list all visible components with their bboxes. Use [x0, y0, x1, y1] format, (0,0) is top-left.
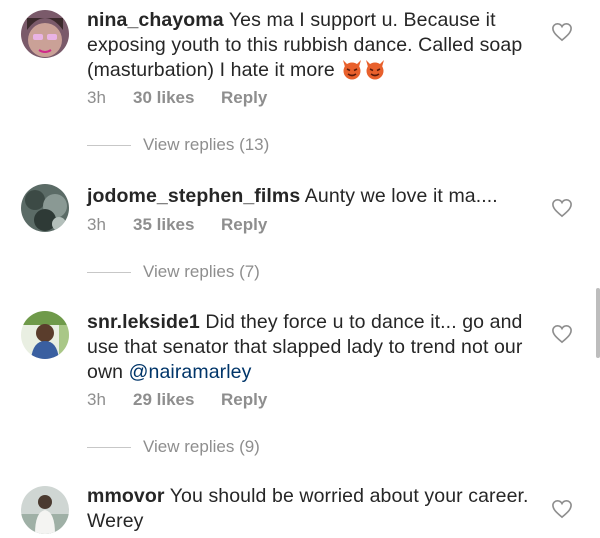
- scrollbar[interactable]: [596, 288, 600, 358]
- devil-face-emoji-icon: [366, 60, 385, 80]
- view-replies-label: View replies (9): [143, 437, 260, 456]
- likes-count[interactable]: 35 likes: [133, 214, 194, 236]
- comment-time: 3h: [87, 88, 106, 107]
- comment-text: jodome_stephen_films Aunty we love it ma…: [87, 184, 542, 209]
- comment-username[interactable]: jodome_stephen_films: [87, 185, 300, 207]
- comment-text: nina_chayoma Yes ma I support u. Because…: [87, 8, 542, 83]
- reply-button[interactable]: Reply: [221, 87, 267, 109]
- reply-button[interactable]: Reply: [221, 214, 267, 236]
- heart-outline-icon[interactable]: [551, 324, 573, 344]
- heart-outline-icon[interactable]: [551, 499, 573, 519]
- heart-outline-icon[interactable]: [551, 198, 573, 218]
- avatar[interactable]: [21, 311, 69, 359]
- divider-line: [87, 272, 131, 273]
- divider-line: [87, 145, 131, 146]
- reply-button[interactable]: Reply: [221, 389, 267, 411]
- heart-outline-icon[interactable]: [551, 22, 573, 42]
- avatar[interactable]: [21, 486, 69, 534]
- divider-line: [87, 447, 131, 448]
- comment-text: snr.lekside1 Did they force u to dance i…: [87, 310, 542, 385]
- view-replies-label: View replies (13): [143, 135, 270, 154]
- comment-time: 3h: [87, 215, 106, 234]
- view-replies-label: View replies (7): [143, 262, 260, 281]
- comment-username[interactable]: nina_chayoma: [87, 9, 224, 31]
- comment-body: Aunty we love it ma....: [304, 185, 498, 207]
- avatar[interactable]: [21, 10, 69, 58]
- likes-count[interactable]: 29 likes: [133, 389, 194, 411]
- mention-link[interactable]: @nairamarley: [129, 361, 252, 383]
- comment-username[interactable]: mmovor: [87, 485, 165, 507]
- comment-text: mmovor You should be worried about your …: [87, 484, 542, 534]
- avatar[interactable]: [21, 184, 69, 232]
- likes-count[interactable]: 30 likes: [133, 87, 194, 109]
- comment-username[interactable]: snr.lekside1: [87, 311, 200, 333]
- devil-face-emoji-icon: [343, 60, 362, 80]
- comment-time: 3h: [87, 390, 106, 409]
